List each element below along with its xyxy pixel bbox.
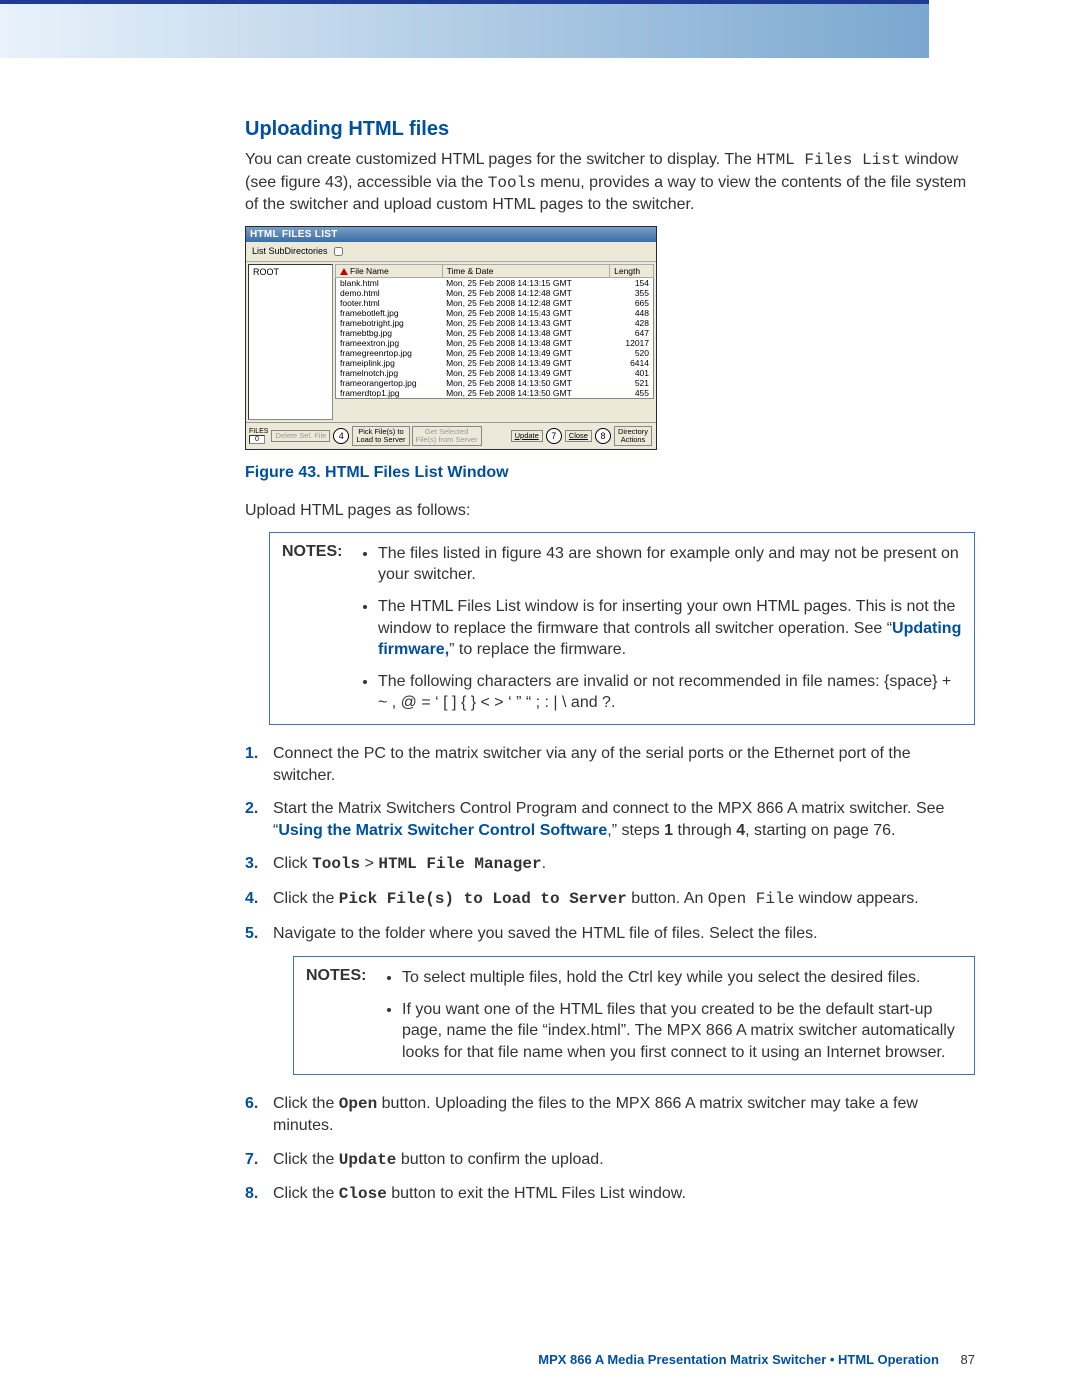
link-control-software[interactable]: Using the Matrix Switcher Control Softwa… <box>278 822 607 839</box>
callout-4: 4 <box>333 428 349 444</box>
callout-8: 8 <box>595 428 611 444</box>
pick-files-button[interactable]: Pick File(s) to Load to Server <box>352 426 409 447</box>
figure-caption: Figure 43. HTML Files List Window <box>245 464 975 482</box>
steps-list-continued: 6. Click the Open button. Uploading the … <box>245 1093 975 1206</box>
step-4: 4. Click the Pick File(s) to Load to Ser… <box>245 888 975 911</box>
footer-page-number: 87 <box>961 1352 975 1367</box>
note-item: If you want one of the HTML files that y… <box>402 999 962 1064</box>
table-row[interactable]: footer.htmlMon, 25 Feb 2008 14:12:48 GMT… <box>336 298 654 308</box>
table-row[interactable]: framelnotch.jpgMon, 25 Feb 2008 14:13:49… <box>336 368 654 378</box>
file-list-pane: File Name Time & Date Length blank.htmlM… <box>335 264 654 420</box>
delete-file-button[interactable]: Delete Sel. File <box>271 430 330 442</box>
subdirectories-row: List SubDirectories <box>246 242 656 262</box>
notes-box-2: NOTES: To select multiple files, hold th… <box>293 956 975 1074</box>
col-date[interactable]: Time & Date <box>442 264 610 277</box>
code-tools: Tools <box>488 174 536 192</box>
col-file[interactable]: File Name <box>336 264 443 277</box>
tree-pane[interactable]: ROOT <box>248 264 333 420</box>
footer-title: MPX 866 A Media Presentation Matrix Swit… <box>538 1352 939 1367</box>
page-footer: MPX 866 A Media Presentation Matrix Swit… <box>538 1352 975 1367</box>
alert-icon <box>340 268 348 275</box>
intro-text-1: You can create customized HTML pages for… <box>245 151 756 168</box>
table-header-row: File Name Time & Date Length <box>336 264 654 277</box>
step-6: 6. Click the Open button. Uploading the … <box>245 1093 975 1137</box>
notes-list-2: To select multiple files, hold the Ctrl … <box>384 967 962 1063</box>
note-item: To select multiple files, hold the Ctrl … <box>402 967 962 989</box>
table-row[interactable]: framebtbg.jpgMon, 25 Feb 2008 14:13:48 G… <box>336 328 654 338</box>
section-heading: Uploading HTML files <box>245 118 975 141</box>
tree-root: ROOT <box>253 267 279 277</box>
table-row[interactable]: frameorangertop.jpgMon, 25 Feb 2008 14:1… <box>336 378 654 388</box>
files-label: FILES 0 <box>249 428 268 444</box>
screenshot-toolbar: FILES 0 Delete Sel. File 4 Pick File(s) … <box>246 422 656 450</box>
notes-label: NOTES: <box>282 543 354 714</box>
steps-list: 1.Connect the PC to the matrix switcher … <box>245 743 975 944</box>
note-item: The files listed in figure 43 are shown … <box>378 543 962 586</box>
step-5: 5.Navigate to the folder where you saved… <box>245 923 975 945</box>
note-item: The following characters are invalid or … <box>378 671 962 714</box>
page: Uploading HTML files You can create cust… <box>0 0 1080 1397</box>
table-row[interactable]: blank.htmlMon, 25 Feb 2008 14:13:15 GMT1… <box>336 277 654 288</box>
window-title: HTML FILES LIST <box>246 227 656 242</box>
close-button[interactable]: Close <box>565 430 592 442</box>
note-item: The HTML Files List window is for insert… <box>378 596 962 661</box>
table-row[interactable]: frameextron.jpgMon, 25 Feb 2008 14:13:48… <box>336 338 654 348</box>
step-2: 2. Start the Matrix Switchers Control Pr… <box>245 798 975 841</box>
subdir-checkbox[interactable] <box>334 247 343 256</box>
notes-list-1: The files listed in figure 43 are shown … <box>360 543 962 714</box>
figure-43: HTML FILES LIST List SubDirectories ROOT… <box>245 226 975 483</box>
table-row[interactable]: framerdtop1.jpgMon, 25 Feb 2008 14:13:50… <box>336 388 654 399</box>
update-button[interactable]: Update <box>511 430 543 442</box>
col-length[interactable]: Length <box>610 264 654 277</box>
notes-box-1: NOTES: The files listed in figure 43 are… <box>269 532 975 725</box>
step-3: 3. Click Tools > HTML File Manager. <box>245 853 975 876</box>
content-area: Uploading HTML files You can create cust… <box>0 58 1080 1238</box>
directory-actions-button[interactable]: Directory Actions <box>614 426 652 447</box>
callout-7: 7 <box>546 428 562 444</box>
intro-paragraph: You can create customized HTML pages for… <box>245 149 975 216</box>
step-8: 8. Click the Close button to exit the HT… <box>245 1183 975 1206</box>
screenshot-window: HTML FILES LIST List SubDirectories ROOT… <box>245 226 657 451</box>
get-selected-button[interactable]: Get Selected File(s) from Server <box>412 426 482 447</box>
notes-label: NOTES: <box>306 967 378 1063</box>
upload-intro: Upload HTML pages as follows: <box>245 500 975 522</box>
top-accent-bar <box>0 0 929 58</box>
file-table: File Name Time & Date Length blank.htmlM… <box>335 264 654 399</box>
table-row[interactable]: demo.htmlMon, 25 Feb 2008 14:12:48 GMT35… <box>336 288 654 298</box>
table-row[interactable]: framegreenrtop.jpgMon, 25 Feb 2008 14:13… <box>336 348 654 358</box>
table-row[interactable]: frameiplink.jpgMon, 25 Feb 2008 14:13:49… <box>336 358 654 368</box>
table-row[interactable]: framebotleft.jpgMon, 25 Feb 2008 14:15:4… <box>336 308 654 318</box>
subdir-label: List SubDirectories <box>252 246 328 256</box>
code-html-files-list: HTML Files List <box>756 151 900 169</box>
screenshot-body: ROOT File Name Time & Date Length blank.… <box>246 262 656 422</box>
step-7: 7. Click the Update button to confirm th… <box>245 1149 975 1172</box>
table-row[interactable]: framebotright.jpgMon, 25 Feb 2008 14:13:… <box>336 318 654 328</box>
step-1: 1.Connect the PC to the matrix switcher … <box>245 743 975 786</box>
